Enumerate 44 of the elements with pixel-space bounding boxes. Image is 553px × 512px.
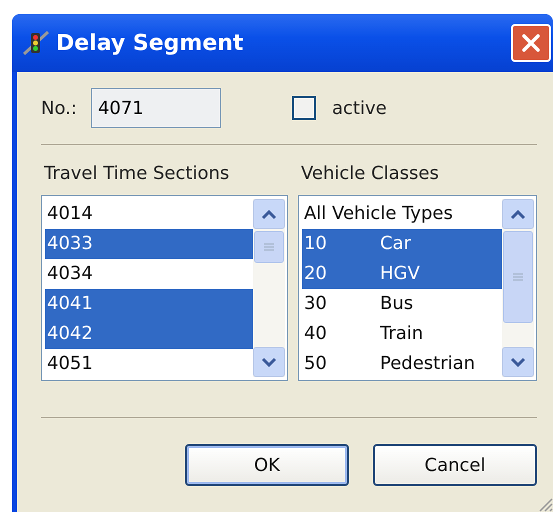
- list-item[interactable]: All Vehicle Types: [302, 199, 502, 229]
- scroll-thumb[interactable]: [503, 231, 533, 323]
- class-name: Train: [380, 322, 424, 346]
- active-checkbox[interactable]: [292, 96, 316, 120]
- list-item[interactable]: 4051: [45, 349, 253, 379]
- traffic-light-icon: [22, 30, 50, 56]
- scroll-up-button[interactable]: [502, 199, 534, 229]
- list-item[interactable]: 4042: [45, 319, 253, 349]
- scroll-down-button[interactable]: [252, 347, 285, 377]
- travel-time-sections-label: Travel Time Sections: [44, 163, 230, 186]
- class-name: Bus: [380, 292, 414, 316]
- list-item[interactable]: 4014: [45, 199, 253, 229]
- ok-button[interactable]: OK: [185, 444, 349, 486]
- class-code: 40: [304, 322, 328, 346]
- class-name: Pedestrian: [380, 352, 476, 376]
- list-item[interactable]: 50 Pedestrian: [302, 349, 502, 379]
- class-code: 30: [304, 292, 328, 316]
- scroll-down-button[interactable]: [502, 347, 534, 377]
- number-field[interactable]: 4071: [90, 88, 221, 128]
- class-code: 10: [304, 232, 328, 256]
- scroll-up-button[interactable]: [252, 199, 285, 229]
- vehicle-classes-label: Vehicle Classes: [300, 163, 440, 186]
- cancel-button[interactable]: Cancel: [373, 444, 537, 486]
- number-label: No.:: [41, 98, 77, 118]
- list-item[interactable]: 4033: [45, 229, 253, 259]
- class-code: 20: [304, 262, 328, 286]
- window-title: Delay Segment: [56, 30, 244, 56]
- class-name: HGV: [380, 262, 420, 286]
- class-code: 50: [304, 352, 328, 376]
- list-item[interactable]: 30 Bus: [302, 289, 502, 319]
- list-item[interactable]: 40 Train: [302, 319, 502, 349]
- chevron-up-icon: [509, 208, 527, 220]
- chevron-up-icon: [260, 208, 278, 220]
- list-item[interactable]: 20 HGV: [302, 259, 502, 289]
- list-item[interactable]: 4034: [45, 259, 253, 289]
- class-name: Car: [380, 232, 411, 256]
- active-label: active: [332, 98, 387, 118]
- close-icon: [520, 32, 542, 54]
- chevron-down-icon: [260, 356, 278, 368]
- scroll-thumb[interactable]: [254, 231, 284, 263]
- list-item[interactable]: 4041: [45, 289, 253, 319]
- chevron-down-icon: [509, 356, 527, 368]
- close-button[interactable]: [511, 24, 551, 62]
- list-item[interactable]: 10 Car: [302, 229, 502, 259]
